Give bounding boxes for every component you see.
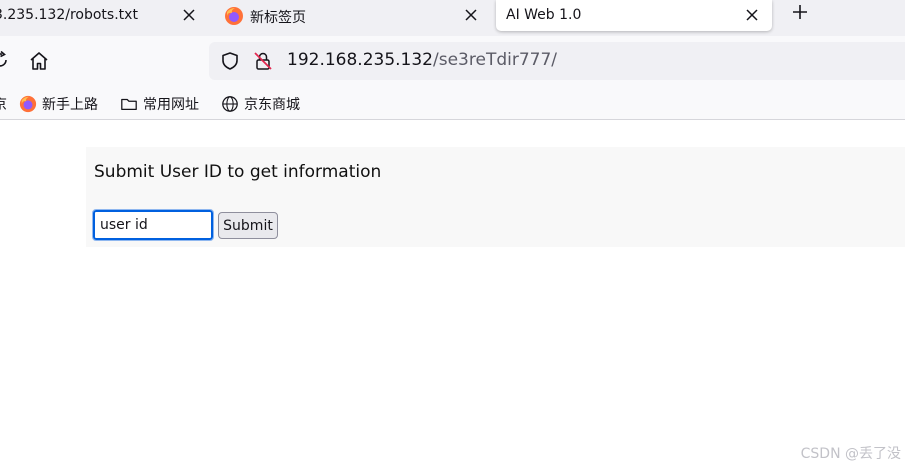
tab-new-tab[interactable]: 新标签页 [220,0,492,31]
bookmark-getting-started[interactable]: 新手上路 [19,94,98,114]
tab-robots[interactable]: 3.235.132/robots.txt [0,0,215,31]
home-icon[interactable] [28,50,50,72]
reload-icon[interactable] [0,50,10,70]
bookmarks-toolbar: 京 新手上路 常用网址 京东商城 [0,88,905,120]
userid-input[interactable] [92,209,214,241]
shield-icon[interactable] [220,51,240,71]
bookmark-label: 京东商城 [244,97,300,113]
bookmark-label: 京 [0,94,7,114]
folder-icon [121,98,137,111]
bookmark-jd[interactable]: 京东商城 [221,94,300,114]
close-icon[interactable] [179,5,199,25]
firefox-icon [224,6,244,26]
bookmark-item[interactable]: 京 [0,94,7,114]
tab-ai-web[interactable]: AI Web 1.0 [496,0,772,31]
address-bar[interactable]: 192.168.235.132/se3reTdir777/ [209,42,905,80]
tab-title: AI Web 1.0 [506,7,582,23]
bookmark-folder-common-sites[interactable]: 常用网址 [120,94,199,114]
url-host: 192.168.235.132 [287,50,434,70]
form-heading: Submit User ID to get information [94,162,382,182]
tab-strip: 3.235.132/robots.txt 新标签页 AI Web 1.0 [0,0,905,36]
url-path: /se3reTdir777/ [433,50,558,70]
tab-title: 3.235.132/robots.txt [0,7,138,23]
watermark: CSDN @丢了没 [800,446,901,462]
plus-icon [793,5,807,19]
navigation-toolbar: 192.168.235.132/se3reTdir777/ [0,36,905,88]
insecure-lock-icon[interactable] [253,51,273,71]
submit-button[interactable]: Submit [218,212,278,239]
firefox-icon [19,95,37,113]
globe-icon [222,96,238,112]
bookmark-label: 新手上路 [42,97,98,113]
url-text[interactable]: 192.168.235.132/se3reTdir777/ [287,50,557,70]
page-content: Submit User ID to get information Submit… [0,121,905,469]
bookmark-label: 常用网址 [143,97,199,113]
close-icon[interactable] [461,5,481,25]
tab-title: 新标签页 [250,10,306,26]
close-icon[interactable] [742,5,762,25]
new-tab-button[interactable] [788,0,812,24]
userid-form: Submit User ID to get information Submit [86,147,905,247]
